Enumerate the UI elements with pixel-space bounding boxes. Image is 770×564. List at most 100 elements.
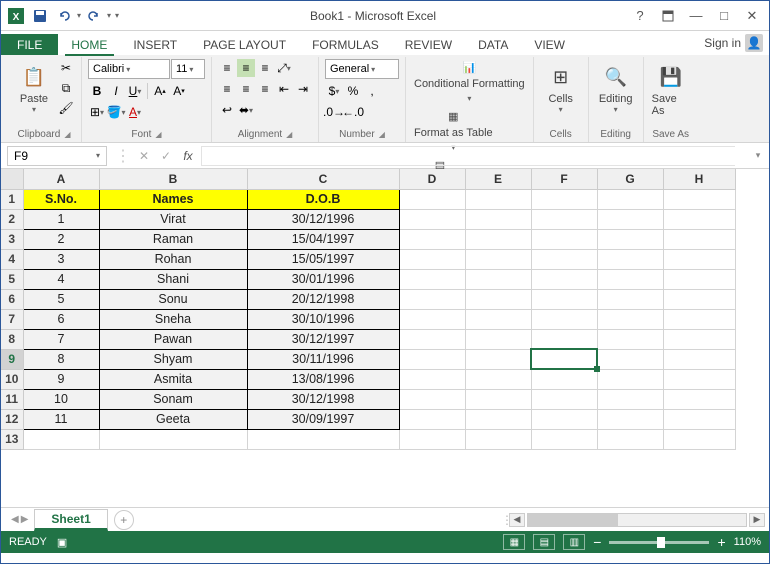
cell-H12[interactable] [663, 409, 735, 429]
cell-C1[interactable]: D.O.B [247, 189, 399, 209]
align-center-icon[interactable]: ≡ [237, 80, 255, 98]
cell-C9[interactable]: 30/11/1996 [247, 349, 399, 369]
cell-B7[interactable]: Sneha [99, 309, 247, 329]
row-header-2[interactable]: 2 [1, 209, 23, 229]
sheet-nav-prev-icon[interactable]: ◀ [11, 514, 19, 525]
font-color-icon[interactable]: A▾ [126, 103, 144, 121]
number-dialog-launcher[interactable]: ◢ [379, 130, 385, 139]
cell-G11[interactable] [597, 389, 663, 409]
cell-H10[interactable] [663, 369, 735, 389]
worksheet-grid[interactable]: ABCDEFGH1S.No.NamesD.O.B21Virat30/12/199… [1, 169, 736, 450]
cell-G6[interactable] [597, 289, 663, 309]
decrease-decimal-icon[interactable]: ←.0 [344, 103, 362, 121]
cells-button[interactable]: ⊞Cells▾ [540, 59, 582, 116]
cell-A8[interactable]: 7 [23, 329, 99, 349]
cell-B6[interactable]: Sonu [99, 289, 247, 309]
cut-icon[interactable]: ✂ [57, 59, 75, 77]
excel-logo[interactable]: X [5, 5, 27, 27]
cell-H4[interactable] [663, 249, 735, 269]
cell-E10[interactable] [465, 369, 531, 389]
cell-F9[interactable] [531, 349, 597, 369]
formula-bar[interactable] [201, 146, 735, 166]
maximize-icon[interactable]: □ [711, 6, 737, 26]
cell-B9[interactable]: Shyam [99, 349, 247, 369]
expand-formula-bar-icon[interactable]: ▾ [751, 150, 765, 161]
align-right-icon[interactable]: ≡ [256, 80, 274, 98]
cell-D13[interactable] [399, 429, 465, 449]
font-size-combo[interactable]: 11▾ [171, 59, 205, 79]
save-as-button[interactable]: 💾Save As [650, 59, 692, 119]
cell-G7[interactable] [597, 309, 663, 329]
cell-C13[interactable] [247, 429, 399, 449]
font-dialog-launcher[interactable]: ◢ [155, 130, 161, 139]
cell-A4[interactable]: 3 [23, 249, 99, 269]
align-top-icon[interactable]: ≡ [218, 59, 236, 77]
cell-G4[interactable] [597, 249, 663, 269]
cell-D2[interactable] [399, 209, 465, 229]
cell-C8[interactable]: 30/12/1997 [247, 329, 399, 349]
cell-C5[interactable]: 30/01/1996 [247, 269, 399, 289]
page-break-view-icon[interactable]: ▥ [563, 534, 585, 550]
cell-A11[interactable]: 10 [23, 389, 99, 409]
zoom-out-icon[interactable]: − [593, 534, 601, 550]
cell-F7[interactable] [531, 309, 597, 329]
cell-C6[interactable]: 20/12/1998 [247, 289, 399, 309]
format-painter-icon[interactable]: 🖌 [57, 99, 75, 117]
redo-dropdown[interactable]: ▾ [107, 11, 111, 20]
name-box[interactable]: F9▾ [7, 146, 107, 166]
tab-file[interactable]: FILE [1, 34, 58, 55]
alignment-dialog-launcher[interactable]: ◢ [286, 130, 292, 139]
cell-G8[interactable] [597, 329, 663, 349]
cell-E4[interactable] [465, 249, 531, 269]
add-sheet-button[interactable]: + [114, 510, 134, 530]
sign-in-link[interactable]: Sign in [704, 36, 741, 50]
avatar-icon[interactable]: 👤 [745, 34, 763, 52]
cell-G10[interactable] [597, 369, 663, 389]
zoom-slider[interactable] [609, 541, 709, 544]
cell-E11[interactable] [465, 389, 531, 409]
tab-split-handle[interactable]: ⋮ [501, 513, 507, 527]
row-header-11[interactable]: 11 [1, 389, 23, 409]
cell-D5[interactable] [399, 269, 465, 289]
cell-H9[interactable] [663, 349, 735, 369]
column-header-A[interactable]: A [23, 169, 99, 189]
cell-A1[interactable]: S.No. [23, 189, 99, 209]
cell-B4[interactable]: Rohan [99, 249, 247, 269]
cell-E7[interactable] [465, 309, 531, 329]
editing-button[interactable]: 🔍Editing▾ [595, 59, 637, 116]
cell-H1[interactable] [663, 189, 735, 209]
cell-E6[interactable] [465, 289, 531, 309]
cell-D11[interactable] [399, 389, 465, 409]
cell-A13[interactable] [23, 429, 99, 449]
cell-F3[interactable] [531, 229, 597, 249]
align-left-icon[interactable]: ≡ [218, 80, 236, 98]
decrease-font-icon[interactable]: A▾ [170, 82, 188, 100]
increase-indent-icon[interactable]: ⇥ [294, 80, 312, 98]
align-bottom-icon[interactable]: ≡ [256, 59, 274, 77]
cell-D8[interactable] [399, 329, 465, 349]
cell-E1[interactable] [465, 189, 531, 209]
cell-H13[interactable] [663, 429, 735, 449]
cell-C4[interactable]: 15/05/1997 [247, 249, 399, 269]
cell-D1[interactable] [399, 189, 465, 209]
clipboard-dialog-launcher[interactable]: ◢ [64, 130, 70, 139]
cell-C2[interactable]: 30/12/1996 [247, 209, 399, 229]
column-header-G[interactable]: G [597, 169, 663, 189]
cell-B10[interactable]: Asmita [99, 369, 247, 389]
hscroll-track[interactable] [527, 513, 747, 527]
row-header-5[interactable]: 5 [1, 269, 23, 289]
cell-E5[interactable] [465, 269, 531, 289]
merge-center-icon[interactable]: ⬌▾ [237, 101, 255, 119]
hscroll-left-icon[interactable]: ◀ [509, 513, 525, 527]
row-header-6[interactable]: 6 [1, 289, 23, 309]
paste-button[interactable]: 📋 Paste ▾ [13, 59, 55, 116]
column-header-F[interactable]: F [531, 169, 597, 189]
minimize-icon[interactable]: — [683, 6, 709, 26]
cell-H11[interactable] [663, 389, 735, 409]
zoom-level[interactable]: 110% [734, 536, 761, 548]
cell-H8[interactable] [663, 329, 735, 349]
cell-B13[interactable] [99, 429, 247, 449]
cell-D3[interactable] [399, 229, 465, 249]
cell-F6[interactable] [531, 289, 597, 309]
cell-D4[interactable] [399, 249, 465, 269]
